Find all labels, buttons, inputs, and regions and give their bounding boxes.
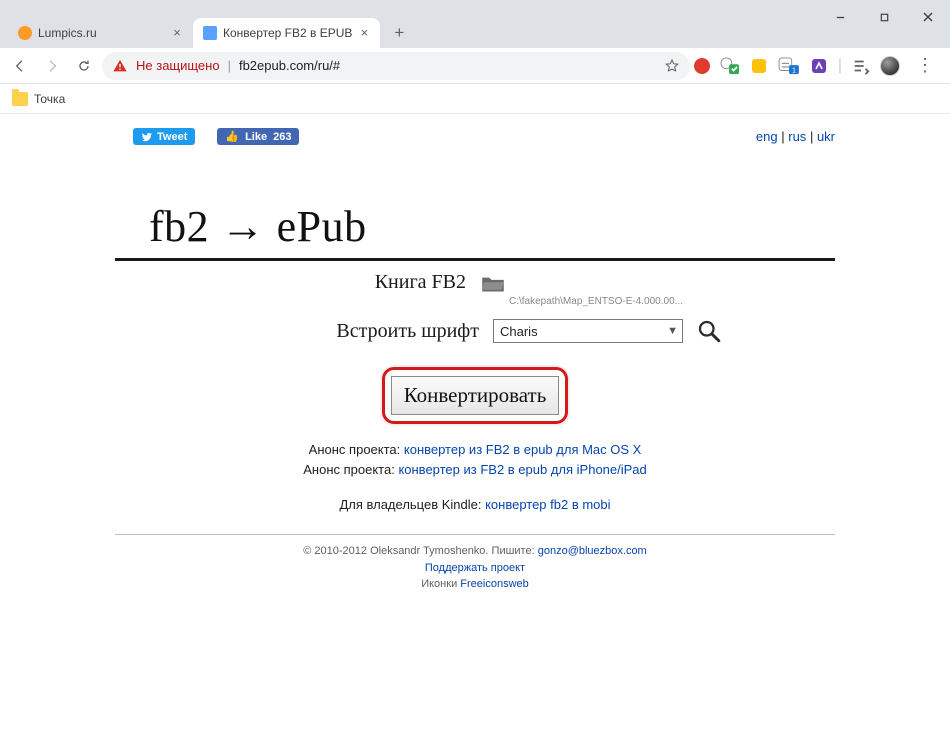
lang-rus[interactable]: rus	[788, 129, 806, 144]
ext-red-icon[interactable]	[694, 58, 710, 74]
ext-blue-badge-icon[interactable]: 1	[778, 57, 800, 75]
close-icon[interactable]: ×	[358, 27, 370, 39]
page-title: fb2 → ePub	[149, 201, 835, 252]
bookmark-bar: Точка	[0, 84, 950, 114]
file-path: C:\fakepath\Map_ENTSO-E-4.000.00...	[509, 296, 835, 307]
thumb-up-icon: 👍	[225, 130, 239, 143]
tab-fb2epub[interactable]: Конвертер FB2 в EPUB ×	[193, 18, 380, 48]
fb-like-label: Like	[245, 131, 267, 143]
anno-mac-link[interactable]: конвертер из FB2 в epub для Mac OS X	[404, 442, 641, 457]
lang-eng[interactable]: eng	[756, 129, 778, 144]
ext-yellow-icon[interactable]	[750, 57, 768, 75]
separator: |	[838, 57, 842, 75]
top-row: Tweet 👍 Like 263 eng | rus | ukr	[115, 122, 835, 145]
lang-ukr[interactable]: ukr	[817, 129, 835, 144]
tweet-label: Tweet	[157, 131, 187, 143]
close-icon[interactable]: ×	[171, 27, 183, 39]
reload-button[interactable]	[70, 52, 98, 80]
window-controls	[818, 2, 950, 32]
page-content: Tweet 👍 Like 263 eng | rus | ukr fb2 → e…	[0, 114, 950, 593]
url-text: fb2epub.com/ru/#	[239, 58, 340, 73]
chevron-down-icon: ▼	[667, 325, 678, 337]
folder-open-icon[interactable]	[480, 273, 506, 293]
reading-list-icon[interactable]	[852, 57, 870, 75]
footer-rule	[115, 534, 835, 535]
tab-title: Lumpics.ru	[38, 26, 165, 40]
favicon-orange-icon	[18, 26, 32, 40]
avatar[interactable]	[880, 56, 900, 76]
extensions-row: 1 | ⋮	[694, 55, 944, 76]
book-label: Книга FB2	[216, 271, 466, 294]
warning-icon	[112, 58, 128, 74]
tab-bar: Lumpics.ru × Конвертер FB2 в EPUB × +	[0, 12, 950, 48]
anno-prefix: Анонс проекта:	[309, 442, 404, 457]
footer-copyright: © 2010-2012 Oleksandr Tymoshenko. Пишите…	[303, 545, 537, 557]
heading-rule	[115, 258, 835, 261]
font-select[interactable]: Charis ▼	[493, 319, 683, 343]
row-book: Книга FB2	[115, 271, 835, 294]
announcements: Анонс проекта: конвертер из FB2 в epub д…	[115, 440, 835, 479]
maximize-button[interactable]	[862, 2, 906, 32]
address-bar[interactable]: Не защищено | fb2epub.com/ru/#	[102, 52, 690, 80]
kindle-note: Для владельцев Kindle: конвертер fb2 в m…	[115, 497, 835, 512]
bookmark-folder-label[interactable]: Точка	[34, 92, 65, 106]
back-button[interactable]	[6, 52, 34, 80]
convert-button[interactable]: Конвертировать	[391, 376, 560, 415]
row-font: Встроить шрифт Charis ▼	[115, 319, 835, 343]
social-buttons: Tweet 👍 Like 263	[133, 128, 299, 145]
convert-highlight: Конвертировать	[115, 367, 835, 424]
svg-text:1: 1	[792, 65, 796, 74]
kindle-link[interactable]: конвертер fb2 в mobi	[485, 497, 610, 512]
font-select-value: Charis	[500, 324, 538, 339]
footer-icons-link[interactable]: Freeiconsweb	[460, 578, 528, 590]
new-tab-button[interactable]: +	[386, 20, 412, 46]
bookmark-star-icon[interactable]	[664, 58, 680, 74]
menu-button[interactable]: ⋮	[910, 55, 940, 76]
fb-like-count: 263	[273, 131, 291, 143]
folder-icon	[12, 92, 28, 106]
favicon-doc-icon	[203, 26, 217, 40]
footer-support-link[interactable]: Поддержать проект	[425, 562, 525, 574]
footer: © 2010-2012 Oleksandr Tymoshenko. Пишите…	[115, 543, 835, 593]
preview-magnifier-icon[interactable]	[697, 319, 721, 343]
font-label: Встроить шрифт	[229, 320, 479, 343]
kindle-prefix: Для владельцев Kindle:	[339, 497, 485, 512]
language-links: eng | rus | ukr	[756, 129, 835, 144]
close-window-button[interactable]	[906, 2, 950, 32]
anno-ios-link[interactable]: конвертер из FB2 в epub для iPhone/iPad	[398, 462, 646, 477]
tweet-button[interactable]: Tweet	[133, 128, 195, 145]
window-titlebar	[0, 0, 950, 12]
toolbar: Не защищено | fb2epub.com/ru/# 1 | ⋮	[0, 48, 950, 84]
footer-email[interactable]: gonzo@bluezbox.com	[538, 545, 647, 557]
tab-title: Конвертер FB2 в EPUB	[223, 26, 352, 40]
ext-green-badge-icon[interactable]	[720, 57, 740, 75]
forward-button[interactable]	[38, 52, 66, 80]
minimize-button[interactable]	[818, 2, 862, 32]
anno-prefix: Анонс проекта:	[303, 462, 398, 477]
separator: |	[228, 58, 231, 73]
security-warning: Не защищено	[136, 58, 220, 73]
footer-icons-prefix: Иконки	[421, 578, 460, 590]
ext-purple-icon[interactable]	[810, 57, 828, 75]
fb-like-button[interactable]: 👍 Like 263	[217, 128, 299, 145]
twitter-icon	[141, 131, 153, 143]
tab-lumpics[interactable]: Lumpics.ru ×	[8, 18, 193, 48]
